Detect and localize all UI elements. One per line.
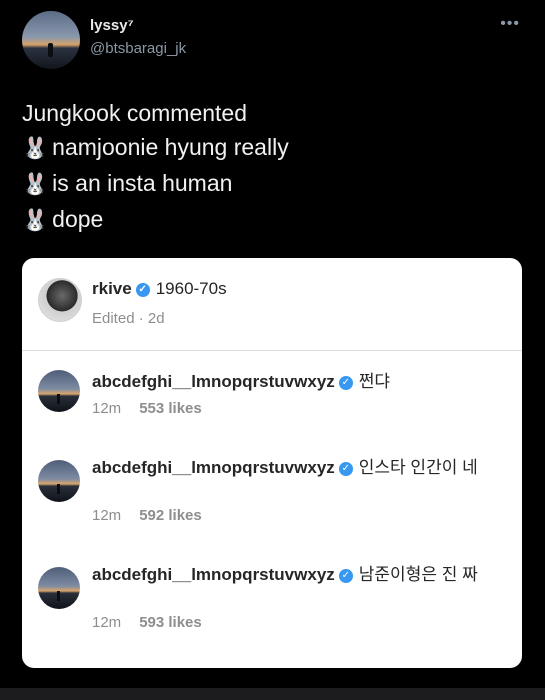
tweet-line: 🐰 dope: [22, 202, 522, 238]
verified-check-icon: ✓: [338, 569, 353, 583]
comment-text: 쩐댜: [358, 372, 391, 391]
post-username-line: rkive ✓ 1960-70s: [92, 279, 227, 299]
post-caption: 1960-70s: [155, 279, 227, 298]
post-username[interactable]: rkive: [92, 279, 132, 298]
more-dots-icon[interactable]: •••: [500, 15, 520, 33]
post-avatar[interactable]: [38, 278, 82, 322]
comment-likes[interactable]: 592 likes: [139, 507, 202, 524]
verified-check-icon: ✓: [135, 283, 150, 297]
tweet-header: lyssy⁷ @btsbaragi_jk •••: [22, 11, 532, 73]
bottom-bar: [0, 688, 545, 700]
post-meta: Edited · 2d: [92, 310, 165, 327]
comment-text: 남준이형은 진 짜: [358, 565, 478, 584]
comment-time: 12m: [92, 614, 122, 631]
comment-meta: 12m 593 likes: [92, 614, 202, 631]
tweet-line: 🐰 namjoonie hyung really: [22, 130, 522, 166]
commenter-avatar[interactable]: [38, 460, 80, 502]
comment-text: 인스타 인간이 네: [358, 458, 478, 477]
comment-text-line: abcdefghi__lmnopqrstuvwxyz ✓ 인스타 인간이 네: [92, 456, 512, 479]
tweet-line-text: Jungkook commented: [22, 100, 248, 126]
tweet-line: Jungkook commented: [22, 96, 522, 130]
commenter-username[interactable]: abcdefghi__lmnopqrstuvwxyz: [92, 372, 335, 391]
author-avatar[interactable]: [22, 11, 80, 69]
author-name[interactable]: lyssy⁷: [90, 17, 134, 34]
comment-text-line: abcdefghi__lmnopqrstuvwxyz ✓ 쩐댜: [92, 370, 512, 393]
post-caption-row: rkive ✓ 1960-70s Edited · 2d: [22, 258, 522, 351]
tweet-line: 🐰 is an insta human: [22, 166, 522, 202]
author-handle[interactable]: @btsbaragi_jk: [90, 40, 186, 57]
bunny-emoji-icon: 🐰: [22, 209, 49, 232]
comment-likes[interactable]: 553 likes: [139, 400, 202, 417]
comment-meta: 12m 553 likes: [92, 400, 202, 417]
comment-text-line: abcdefghi__lmnopqrstuvwxyz ✓ 남준이형은 진 짜: [92, 563, 512, 586]
tweet-text: Jungkook commented 🐰 namjoonie hyung real…: [22, 96, 522, 238]
commenter-username[interactable]: abcdefghi__lmnopqrstuvwxyz: [92, 565, 335, 584]
instagram-screenshot-card[interactable]: rkive ✓ 1960-70s Edited · 2d abcdefghi__lm…: [22, 258, 522, 668]
comment-time: 12m: [92, 507, 122, 524]
bunny-emoji-icon: 🐰: [22, 137, 49, 160]
commenter-avatar[interactable]: [38, 567, 80, 609]
comment-time: 12m: [92, 400, 122, 417]
commenter-username[interactable]: abcdefghi__lmnopqrstuvwxyz: [92, 458, 335, 477]
tweet-line-text: is an insta human: [52, 170, 233, 196]
comment-likes[interactable]: 593 likes: [139, 614, 202, 631]
verified-check-icon: ✓: [338, 376, 353, 390]
bunny-emoji-icon: 🐰: [22, 173, 49, 196]
tweet-line-text: namjoonie hyung really: [52, 134, 289, 160]
verified-check-icon: ✓: [338, 462, 353, 476]
commenter-avatar[interactable]: [38, 370, 80, 412]
comment-meta: 12m 592 likes: [92, 507, 202, 524]
tweet-line-text: dope: [52, 206, 104, 232]
